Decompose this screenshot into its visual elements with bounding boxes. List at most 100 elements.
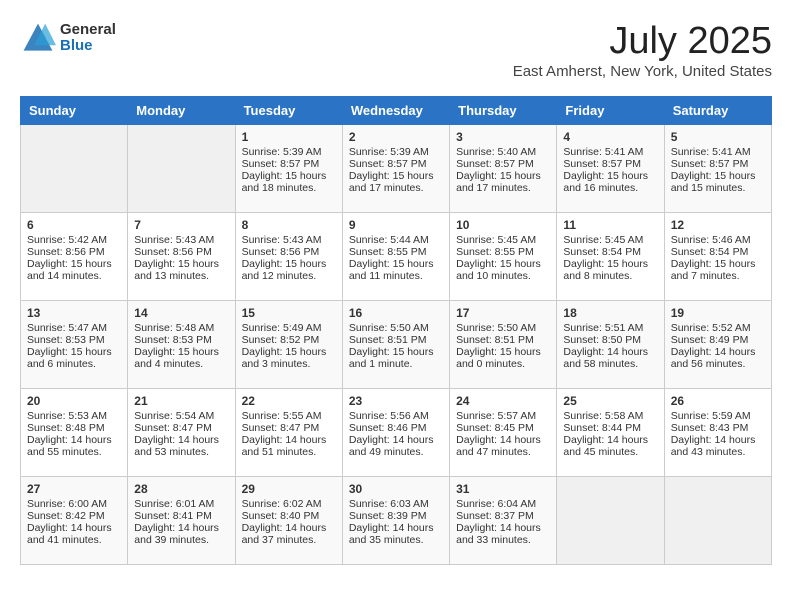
day-info: Sunset: 8:57 PM: [671, 158, 765, 170]
day-info: Sunrise: 5:53 AM: [27, 410, 121, 422]
day-info: Daylight: 14 hours and 41 minutes.: [27, 522, 121, 546]
day-number: 30: [349, 482, 443, 496]
day-number: 5: [671, 130, 765, 144]
page-header: General Blue July 2025 East Amherst, New…: [20, 20, 772, 80]
day-info: Daylight: 14 hours and 58 minutes.: [563, 346, 657, 370]
calendar-cell: 14Sunrise: 5:48 AMSunset: 8:53 PMDayligh…: [128, 301, 235, 389]
calendar-cell: 17Sunrise: 5:50 AMSunset: 8:51 PMDayligh…: [450, 301, 557, 389]
day-info: Sunrise: 5:49 AM: [242, 322, 336, 334]
day-info: Sunrise: 6:03 AM: [349, 498, 443, 510]
header-row: SundayMondayTuesdayWednesdayThursdayFrid…: [21, 97, 772, 125]
calendar-cell: 2Sunrise: 5:39 AMSunset: 8:57 PMDaylight…: [342, 125, 449, 213]
day-number: 16: [349, 306, 443, 320]
day-info: Sunset: 8:43 PM: [671, 422, 765, 434]
day-info: Sunrise: 5:43 AM: [242, 234, 336, 246]
calendar-cell: 25Sunrise: 5:58 AMSunset: 8:44 PMDayligh…: [557, 389, 664, 477]
day-info: Sunrise: 5:52 AM: [671, 322, 765, 334]
header-cell-saturday: Saturday: [664, 97, 771, 125]
calendar-cell: [21, 125, 128, 213]
calendar-cell: 3Sunrise: 5:40 AMSunset: 8:57 PMDaylight…: [450, 125, 557, 213]
calendar-header: SundayMondayTuesdayWednesdayThursdayFrid…: [21, 97, 772, 125]
calendar-cell: 15Sunrise: 5:49 AMSunset: 8:52 PMDayligh…: [235, 301, 342, 389]
calendar-cell: 27Sunrise: 6:00 AMSunset: 8:42 PMDayligh…: [21, 477, 128, 565]
day-info: Sunset: 8:55 PM: [456, 246, 550, 258]
day-info: Sunrise: 5:47 AM: [27, 322, 121, 334]
calendar-cell: 21Sunrise: 5:54 AMSunset: 8:47 PMDayligh…: [128, 389, 235, 477]
day-info: Daylight: 15 hours and 0 minutes.: [456, 346, 550, 370]
day-number: 10: [456, 218, 550, 232]
day-info: Sunrise: 5:44 AM: [349, 234, 443, 246]
day-info: Sunset: 8:47 PM: [242, 422, 336, 434]
day-info: Daylight: 14 hours and 53 minutes.: [134, 434, 228, 458]
day-info: Daylight: 14 hours and 51 minutes.: [242, 434, 336, 458]
day-info: Sunset: 8:41 PM: [134, 510, 228, 522]
day-info: Daylight: 15 hours and 11 minutes.: [349, 258, 443, 282]
day-info: Daylight: 15 hours and 4 minutes.: [134, 346, 228, 370]
day-number: 24: [456, 394, 550, 408]
calendar-cell: 11Sunrise: 5:45 AMSunset: 8:54 PMDayligh…: [557, 213, 664, 301]
calendar-cell: 10Sunrise: 5:45 AMSunset: 8:55 PMDayligh…: [450, 213, 557, 301]
day-info: Daylight: 14 hours and 55 minutes.: [27, 434, 121, 458]
day-number: 23: [349, 394, 443, 408]
day-info: Sunset: 8:40 PM: [242, 510, 336, 522]
day-info: Sunrise: 5:55 AM: [242, 410, 336, 422]
day-info: Sunrise: 5:46 AM: [671, 234, 765, 246]
day-number: 31: [456, 482, 550, 496]
day-info: Sunset: 8:51 PM: [349, 334, 443, 346]
day-info: Sunrise: 6:02 AM: [242, 498, 336, 510]
calendar-cell: 12Sunrise: 5:46 AMSunset: 8:54 PMDayligh…: [664, 213, 771, 301]
title-block: July 2025 East Amherst, New York, United…: [513, 20, 772, 80]
day-info: Sunset: 8:54 PM: [671, 246, 765, 258]
day-info: Sunset: 8:56 PM: [242, 246, 336, 258]
calendar-cell: [128, 125, 235, 213]
day-number: 22: [242, 394, 336, 408]
day-info: Sunset: 8:50 PM: [563, 334, 657, 346]
calendar-cell: 23Sunrise: 5:56 AMSunset: 8:46 PMDayligh…: [342, 389, 449, 477]
calendar-table: SundayMondayTuesdayWednesdayThursdayFrid…: [20, 96, 772, 565]
calendar-week-3: 13Sunrise: 5:47 AMSunset: 8:53 PMDayligh…: [21, 301, 772, 389]
calendar-cell: 29Sunrise: 6:02 AMSunset: 8:40 PMDayligh…: [235, 477, 342, 565]
day-number: 13: [27, 306, 121, 320]
day-number: 1: [242, 130, 336, 144]
calendar-week-2: 6Sunrise: 5:42 AMSunset: 8:56 PMDaylight…: [21, 213, 772, 301]
day-info: Sunrise: 5:58 AM: [563, 410, 657, 422]
day-info: Sunset: 8:57 PM: [242, 158, 336, 170]
day-info: Sunrise: 5:45 AM: [563, 234, 657, 246]
day-number: 3: [456, 130, 550, 144]
day-info: Sunrise: 5:41 AM: [563, 146, 657, 158]
logo-general: General: [60, 22, 116, 39]
header-cell-tuesday: Tuesday: [235, 97, 342, 125]
day-info: Sunrise: 5:48 AM: [134, 322, 228, 334]
day-number: 2: [349, 130, 443, 144]
day-info: Daylight: 14 hours and 35 minutes.: [349, 522, 443, 546]
day-info: Sunset: 8:52 PM: [242, 334, 336, 346]
title-location: East Amherst, New York, United States: [513, 63, 772, 80]
day-info: Daylight: 14 hours and 33 minutes.: [456, 522, 550, 546]
calendar-cell: 5Sunrise: 5:41 AMSunset: 8:57 PMDaylight…: [664, 125, 771, 213]
day-info: Sunrise: 5:39 AM: [349, 146, 443, 158]
calendar-cell: 9 Sunrise: 5:44 AMSunset: 8:55 PMDaylight…: [342, 213, 449, 301]
day-info: Sunrise: 5:50 AM: [349, 322, 443, 334]
day-number: 9: [349, 218, 443, 232]
day-info: Sunset: 8:57 PM: [349, 158, 443, 170]
day-info: Daylight: 14 hours and 47 minutes.: [456, 434, 550, 458]
calendar-week-1: 1Sunrise: 5:39 AMSunset: 8:57 PMDaylight…: [21, 125, 772, 213]
calendar-cell: 13Sunrise: 5:47 AMSunset: 8:53 PMDayligh…: [21, 301, 128, 389]
day-info: Daylight: 14 hours and 45 minutes.: [563, 434, 657, 458]
calendar-cell: 30Sunrise: 6:03 AMSunset: 8:39 PMDayligh…: [342, 477, 449, 565]
day-info: Sunset: 8:47 PM: [134, 422, 228, 434]
calendar-week-4: 20Sunrise: 5:53 AMSunset: 8:48 PMDayligh…: [21, 389, 772, 477]
day-info: Sunset: 8:55 PM: [349, 246, 443, 258]
day-number: 6: [27, 218, 121, 232]
day-info: Daylight: 15 hours and 18 minutes.: [242, 170, 336, 194]
header-cell-sunday: Sunday: [21, 97, 128, 125]
day-number: 26: [671, 394, 765, 408]
day-info: Sunrise: 5:43 AM: [134, 234, 228, 246]
day-info: Daylight: 15 hours and 14 minutes.: [27, 258, 121, 282]
day-info: Sunrise: 5:56 AM: [349, 410, 443, 422]
logo-icon: [20, 20, 56, 56]
day-info: Sunset: 8:48 PM: [27, 422, 121, 434]
logo: General Blue: [20, 20, 116, 56]
day-number: 29: [242, 482, 336, 496]
day-number: 27: [27, 482, 121, 496]
